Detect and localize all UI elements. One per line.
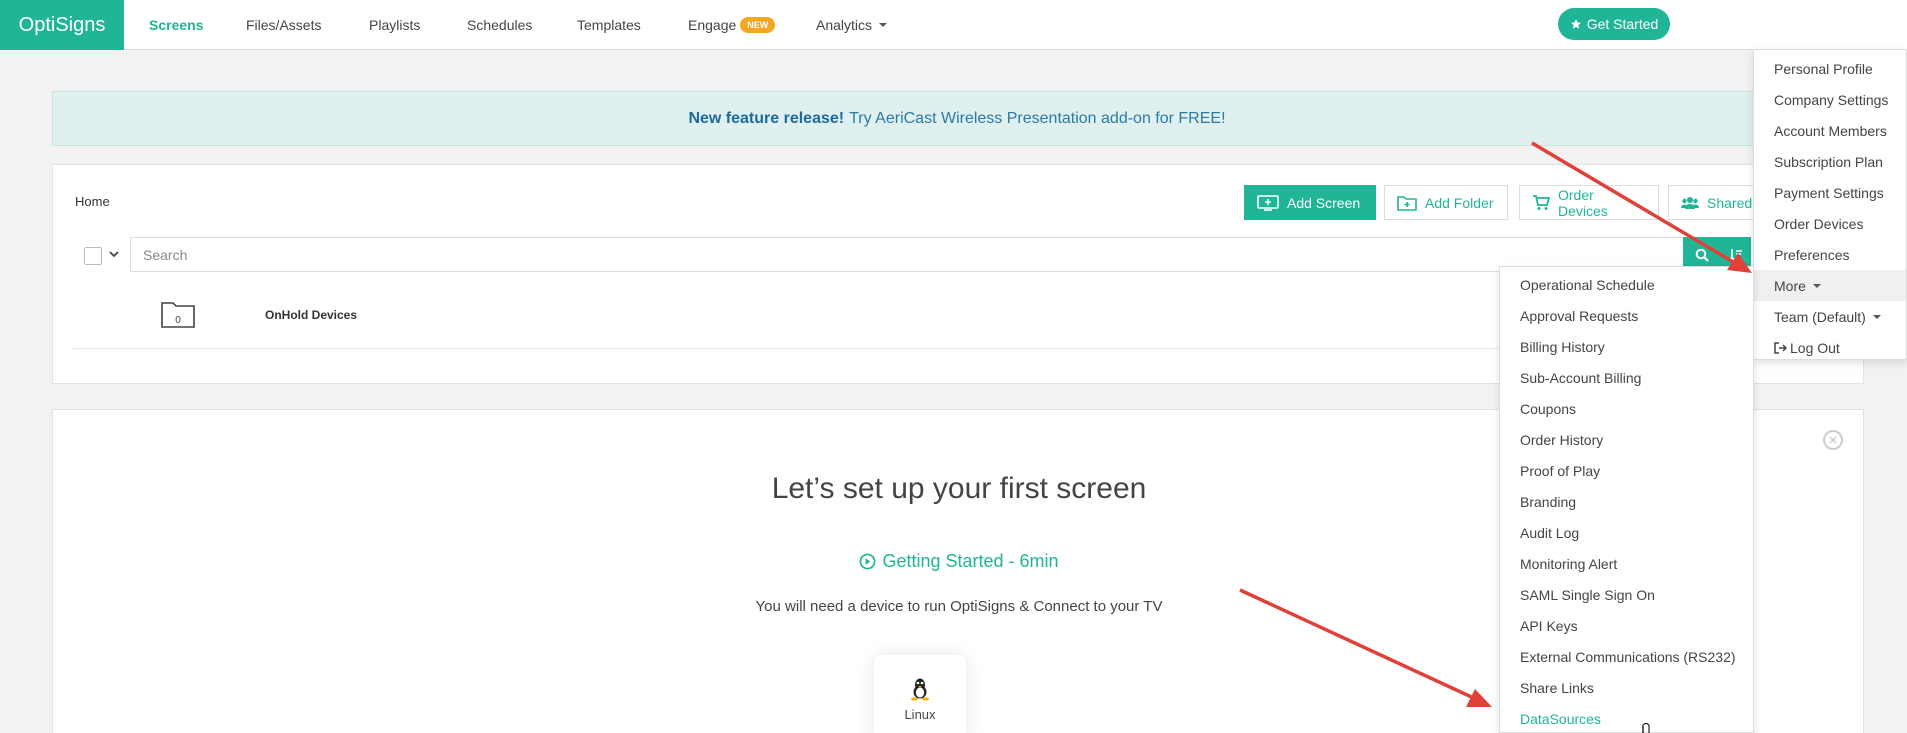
menu-billing-history[interactable]: Billing History	[1500, 331, 1753, 362]
user-dropdown-menu: Personal Profile Company Settings Accoun…	[1753, 49, 1907, 360]
add-screen-label: Add Screen	[1287, 194, 1361, 211]
sort-icon	[1729, 248, 1742, 262]
search-icon	[1695, 248, 1709, 262]
menu-monitoring-alert[interactable]: Monitoring Alert	[1500, 548, 1753, 579]
new-badge: NEW	[740, 17, 776, 33]
nav-analytics-label: Analytics	[816, 17, 873, 33]
menu-personal-profile[interactable]: Personal Profile	[1754, 53, 1906, 84]
shared-label: Shared	[1707, 194, 1753, 211]
caret-down-icon	[1812, 283, 1821, 288]
getting-started-label: Getting Started - 6min	[882, 551, 1059, 571]
menu-team[interactable]: Team (Default)	[1754, 301, 1906, 332]
banner-headline: New feature release!	[688, 109, 845, 127]
nav-engage[interactable]: Engage NEW	[688, 0, 776, 50]
menu-api-keys[interactable]: API Keys	[1500, 610, 1753, 641]
nav-schedules[interactable]: Schedules	[467, 0, 532, 50]
brand-logo[interactable]: OptiSigns	[0, 0, 124, 50]
nav-screens[interactable]: Screens	[149, 0, 203, 50]
menu-order-devices[interactable]: Order Devices	[1754, 208, 1906, 239]
order-devices-button[interactable]: Order Devices	[1519, 185, 1659, 220]
os-label: Linux	[904, 707, 936, 722]
menu-company-settings[interactable]: Company Settings	[1754, 84, 1906, 115]
feature-banner[interactable]: New feature release! Try AeriCast Wirele…	[52, 91, 1862, 146]
banner-link[interactable]: Try AeriCast Wireless Presentation add-o…	[849, 110, 1225, 128]
get-started-label: Get Started	[1586, 16, 1659, 32]
add-screen-button[interactable]: Add Screen	[1244, 185, 1376, 220]
caret-down-icon	[1872, 314, 1881, 319]
nav-playlists[interactable]: Playlists	[369, 0, 420, 50]
menu-datasources[interactable]: DataSources	[1500, 703, 1753, 733]
menu-team-label: Team (Default)	[1774, 308, 1866, 325]
menu-log-out-label: Log Out	[1790, 339, 1840, 356]
menu-saml-sso[interactable]: SAML Single Sign On	[1500, 579, 1753, 610]
menu-proof-of-play[interactable]: Proof of Play	[1500, 455, 1753, 486]
menu-branding[interactable]: Branding	[1500, 486, 1753, 517]
linux-icon	[911, 678, 929, 701]
folder-plus-icon	[1397, 195, 1417, 211]
add-folder-button[interactable]: Add Folder	[1384, 185, 1508, 220]
folder-count: 0	[175, 315, 181, 326]
shared-button[interactable]: Shared	[1668, 185, 1756, 220]
menu-more-label: More	[1774, 277, 1806, 294]
nav-analytics[interactable]: Analytics	[816, 0, 888, 50]
nav-engage-label: Engage	[688, 17, 737, 33]
menu-operational-schedule[interactable]: Operational Schedule	[1500, 269, 1753, 300]
select-all-checkbox[interactable]	[84, 247, 102, 265]
menu-audit-log[interactable]: Audit Log	[1500, 517, 1753, 548]
menu-sub-account-billing[interactable]: Sub-Account Billing	[1500, 362, 1753, 393]
monitor-plus-icon	[1257, 194, 1279, 211]
menu-account-members[interactable]: Account Members	[1754, 115, 1906, 146]
menu-share-links[interactable]: Share Links	[1500, 672, 1753, 703]
get-started-button[interactable]: Get Started	[1558, 8, 1670, 40]
folder-icon[interactable]: 0	[160, 299, 196, 332]
folder-name[interactable]: OnHold Devices	[265, 308, 357, 322]
menu-order-history[interactable]: Order History	[1500, 424, 1753, 455]
menu-preferences[interactable]: Preferences	[1754, 239, 1906, 270]
menu-coupons[interactable]: Coupons	[1500, 393, 1753, 424]
breadcrumb[interactable]: Home	[75, 194, 110, 209]
sign-out-icon	[1774, 341, 1787, 354]
top-navbar: OptiSigns Screens Files/Assets Playlists…	[0, 0, 1907, 50]
nav-templates[interactable]: Templates	[577, 0, 641, 50]
menu-log-out[interactable]: Log Out	[1754, 332, 1906, 363]
menu-more[interactable]: More	[1754, 270, 1906, 301]
users-icon	[1681, 196, 1699, 209]
caret-down-icon	[879, 23, 888, 27]
menu-payment-settings[interactable]: Payment Settings	[1754, 177, 1906, 208]
search-input[interactable]	[130, 237, 1686, 272]
menu-approval-requests[interactable]: Approval Requests	[1500, 300, 1753, 331]
nav-files-assets[interactable]: Files/Assets	[246, 0, 321, 50]
dismiss-icon[interactable]: ✕	[1823, 430, 1843, 450]
star-icon	[1570, 19, 1581, 29]
menu-external-communications[interactable]: External Communications (RS232)	[1500, 641, 1753, 672]
menu-subscription-plan[interactable]: Subscription Plan	[1754, 146, 1906, 177]
play-circle-icon	[859, 553, 876, 575]
chevron-down-icon[interactable]	[109, 247, 119, 261]
os-card-linux[interactable]: Linux	[874, 655, 966, 733]
cart-icon	[1533, 194, 1550, 210]
order-devices-label: Order Devices	[1558, 186, 1608, 219]
more-submenu: Operational Schedule Approval Requests B…	[1499, 266, 1754, 733]
add-folder-label: Add Folder	[1425, 194, 1494, 211]
